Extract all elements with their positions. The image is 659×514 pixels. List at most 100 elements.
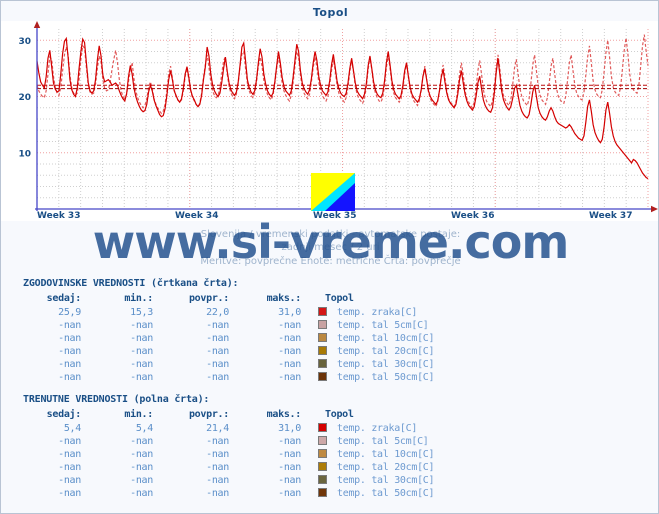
xtick-week-33: Week 33 [37,211,81,221]
cell-min: -nan [130,320,153,331]
cell-sedaj: -nan [58,449,81,460]
cell-min: -nan [130,333,153,344]
color-swatch-icon [317,359,327,368]
table-row: 5,4 5,4 21,4 31,0 temp. zraka[C] [23,422,434,435]
series-label: temp. tal 5cm[C] [337,320,429,331]
legend-swatch [301,319,331,332]
legend-swatch [301,332,331,345]
series-label: temp. tal 20cm[C] [337,346,435,357]
legend-swatch [301,487,331,500]
series-label: temp. zraka[C] [337,307,418,318]
legend-swatch [301,448,331,461]
legend-swatch [301,371,331,384]
cell-maks: -nan [278,372,301,383]
historical-values-section: ZGODOVINSKE VREDNOSTI (črtkana črta): se… [1,277,658,384]
color-swatch-icon [317,333,327,342]
xtick-week-37: Week 37 [589,211,633,221]
cell-min: -nan [130,462,153,473]
legend-swatch [301,461,331,474]
cell-min: -nan [130,359,153,370]
cell-min: 5,4 [135,423,153,434]
color-swatch-icon [317,320,327,329]
cell-sedaj: 25,9 [58,307,81,318]
series-label: temp. tal 5cm[C] [337,436,429,447]
current-values-table: sedaj: min.: povpr.: maks.: Topol 5,4 5,4… [23,407,435,500]
legend-swatch [301,306,331,319]
legend-swatch [301,474,331,487]
current-table-body: 5,4 5,4 21,4 31,0 temp. zraka[C] -nan -nan -nan… [23,422,435,500]
col-header-maks: maks.: [266,292,302,304]
cell-sedaj: -nan [58,320,81,331]
table-row: -nan -nan -nan -nan temp. tal 20cm[C] [23,461,435,474]
cell-min: -nan [130,436,153,447]
cell-maks: 31,0 [278,423,301,434]
color-swatch-icon [317,423,327,432]
cell-maks: -nan [278,320,301,331]
cell-povpr: -nan [206,462,229,473]
si-vreme-logo [311,173,355,211]
xtick-week-34: Week 34 [175,211,219,221]
cell-min: -nan [130,372,153,383]
cell-sedaj: -nan [58,475,81,486]
table-row: 25,9 15,3 22,0 31,0 temp. zraka[C] [23,306,434,319]
series-label: temp. tal 30cm[C] [337,475,435,486]
table-row: -nan -nan -nan -nan temp. tal 10cm[C] [23,332,435,345]
cell-povpr: -nan [206,372,229,383]
cell-maks: -nan [278,462,301,473]
col-header-maks: maks.: [266,408,302,420]
cell-min: 15,3 [130,307,153,318]
cell-povpr: -nan [206,320,229,331]
cell-sedaj: -nan [58,333,81,344]
col-header-station: Topol [325,292,354,304]
subtitle-line-2: zadnji mesec / 2 uri [281,242,380,253]
table-row: -nan -nan -nan -nan temp. tal 20cm[C] [23,345,435,358]
color-swatch-icon [317,307,327,316]
svg-text:20: 20 [18,93,31,103]
color-swatch-icon [317,372,327,381]
color-swatch-icon [317,462,327,471]
current-values-section: TRENUTNE VREDNOSTI (polna črta): sedaj: … [1,393,658,500]
color-swatch-icon [317,449,327,458]
cell-povpr: 21,4 [206,423,229,434]
col-header-min: min.: [124,292,153,304]
cell-maks: 31,0 [278,307,301,318]
col-header-station: Topol [325,408,354,420]
svg-text:10: 10 [18,149,31,159]
cell-maks: -nan [278,359,301,370]
cell-maks: -nan [278,488,301,499]
legend-swatch [301,435,331,448]
cell-sedaj: 5,4 [63,423,81,434]
cell-povpr: -nan [206,436,229,447]
page-title: Topol [312,6,349,19]
xtick-week-36: Week 36 [451,211,495,221]
legend-swatch [301,422,331,435]
table-header-row: sedaj: min.: povpr.: maks.: Topol [23,291,434,306]
cell-povpr: -nan [206,346,229,357]
cell-maks: -nan [278,346,301,357]
series-label: temp. tal 30cm[C] [337,359,435,370]
table-row: -nan -nan -nan -nan temp. tal 30cm[C] [23,358,435,371]
historical-values-table: sedaj: min.: povpr.: maks.: Topol 25,9 15… [23,291,435,384]
series-label: temp. tal 10cm[C] [337,449,435,460]
historical-table-body: 25,9 15,3 22,0 31,0 temp. zraka[C] -nan -nan -n… [23,306,435,384]
cell-maks: -nan [278,475,301,486]
cell-povpr: -nan [206,488,229,499]
cell-sedaj: -nan [58,359,81,370]
svg-text:30: 30 [18,37,31,47]
cell-maks: -nan [278,449,301,460]
table-row: -nan -nan -nan -nan temp. tal 5cm[C] [23,435,434,448]
color-swatch-icon [317,436,327,445]
cell-sedaj: -nan [58,436,81,447]
cell-min: -nan [130,449,153,460]
table-row: -nan -nan -nan -nan temp. tal 50cm[C] [23,371,435,384]
color-swatch-icon [317,346,327,355]
col-header-povpr: povpr.: [188,408,229,420]
series-label: temp. tal 10cm[C] [337,333,435,344]
table-row: -nan -nan -nan -nan temp. tal 50cm[C] [23,487,435,500]
cell-povpr: 22,0 [206,307,229,318]
color-swatch-icon [317,475,327,484]
cell-sedaj: -nan [58,462,81,473]
table-row: -nan -nan -nan -nan temp. tal 5cm[C] [23,319,434,332]
cell-povpr: -nan [206,475,229,486]
legend-swatch [301,358,331,371]
